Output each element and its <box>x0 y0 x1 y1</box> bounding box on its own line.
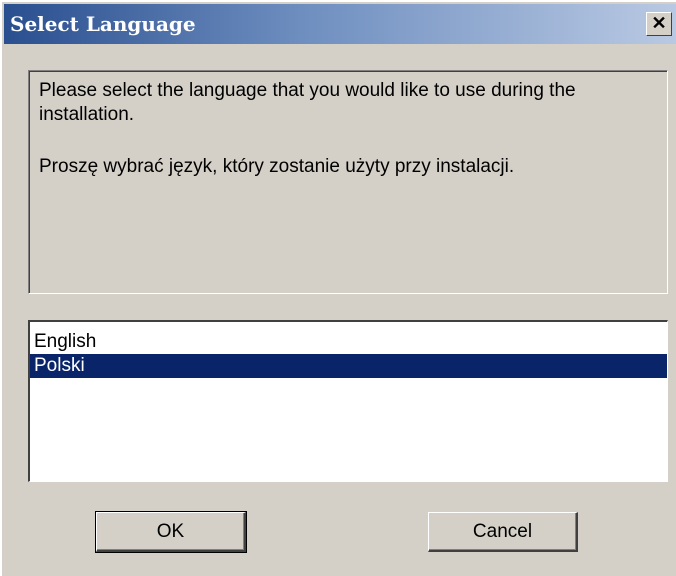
close-icon: ✕ <box>651 13 667 33</box>
ok-button[interactable]: OK <box>95 511 247 553</box>
language-option-english[interactable]: English <box>30 330 667 354</box>
select-language-dialog: Select Language ✕ Please select the lang… <box>0 0 676 576</box>
language-listbox[interactable]: English Polski <box>28 320 668 482</box>
title-bar[interactable]: Select Language ✕ <box>4 4 676 44</box>
instruction-text-english: Please select the language that you woul… <box>39 80 576 125</box>
close-button[interactable]: ✕ <box>646 12 672 36</box>
cancel-button[interactable]: Cancel <box>428 512 578 552</box>
language-option-polski[interactable]: Polski <box>30 354 667 378</box>
instruction-text-polish: Proszę wybrać język, który zostanie użyt… <box>39 156 515 177</box>
window-title: Select Language <box>10 12 196 36</box>
instruction-panel: Please select the language that you woul… <box>28 70 668 294</box>
